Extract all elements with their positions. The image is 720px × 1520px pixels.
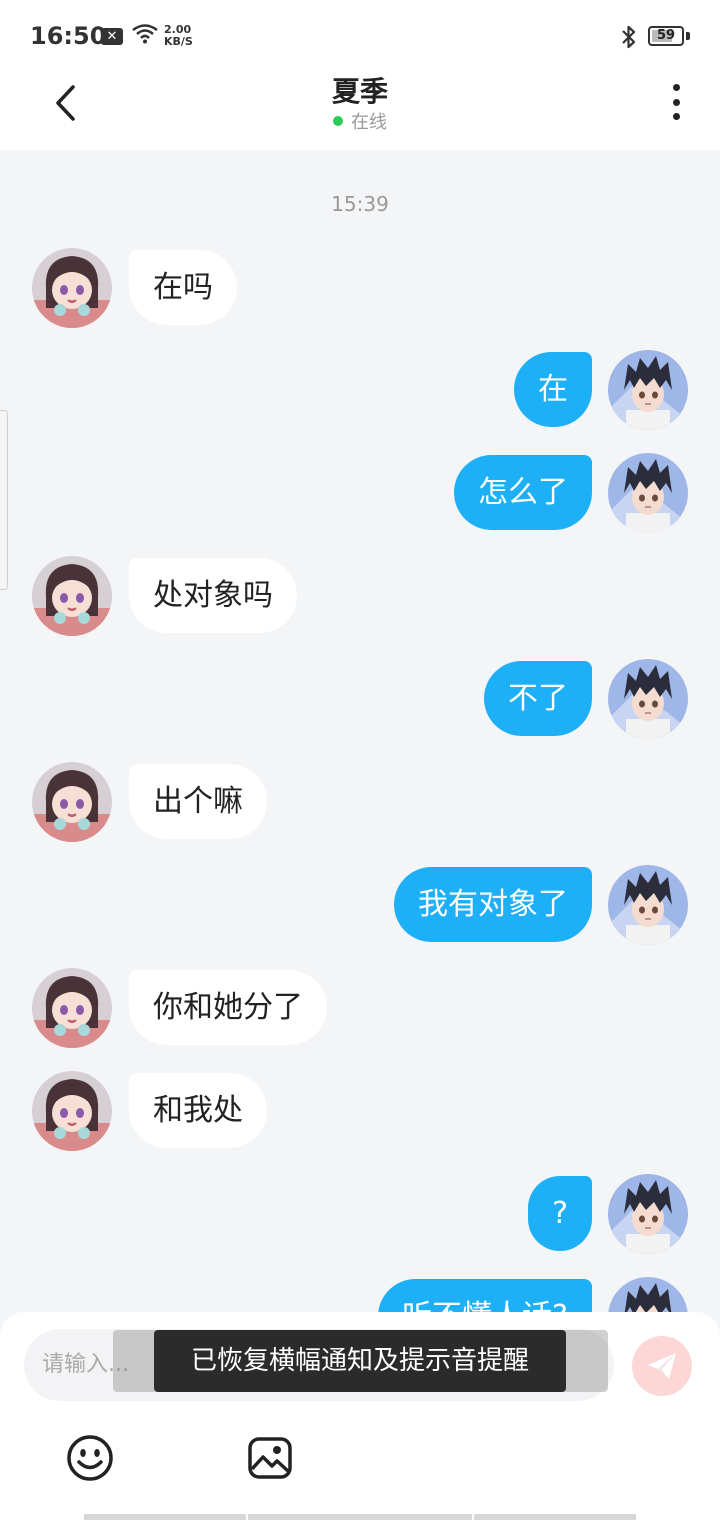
online-dot-icon	[333, 116, 343, 126]
message-row-incoming: 处对象吗	[0, 556, 720, 636]
bluetooth-icon	[622, 25, 636, 49]
my-avatar[interactable]	[608, 659, 688, 739]
network-speed-unit: KB/S	[164, 35, 193, 48]
smiley-icon[interactable]	[66, 1434, 114, 1482]
message-bubble-incoming[interactable]: 你和她分了	[129, 970, 327, 1045]
status-time: 16:50	[30, 22, 107, 50]
nav-indicator	[84, 1514, 246, 1520]
message-bubble-outgoing[interactable]: 在	[514, 352, 592, 427]
message-bubble-incoming[interactable]: 在吗	[129, 250, 237, 325]
chat-header: 夏季 在线	[0, 70, 720, 150]
message-bubble-outgoing[interactable]: 我有对象了	[394, 867, 592, 942]
nav-indicator	[474, 1514, 636, 1520]
input-panel: 请输入... 已恢复横幅通知及提示音提醒	[0, 1312, 720, 1520]
my-avatar[interactable]	[608, 1174, 688, 1254]
message-bubble-outgoing[interactable]: 怎么了	[454, 455, 592, 530]
my-avatar[interactable]	[608, 350, 688, 430]
message-bubble-incoming[interactable]: 和我处	[129, 1073, 267, 1148]
more-dot-icon	[672, 98, 680, 106]
message-bubble-incoming[interactable]: 处对象吗	[129, 558, 297, 633]
message-row-incoming: 和我处	[0, 1071, 720, 1151]
network-speed: 2.00 KB/S	[164, 24, 193, 48]
nav-indicator	[248, 1514, 472, 1520]
more-options-button[interactable]	[662, 80, 690, 124]
message-row-incoming: 在吗	[0, 248, 720, 328]
message-timestamp: 15:39	[331, 192, 389, 216]
send-button[interactable]	[632, 1336, 692, 1396]
online-status: 在线	[0, 108, 720, 134]
message-bubble-outgoing[interactable]: ?	[528, 1176, 592, 1251]
message-row-outgoing: ?	[0, 1174, 720, 1254]
contact-avatar[interactable]	[32, 762, 112, 842]
close-box-icon: ✕	[101, 28, 123, 45]
toast-notification: 已恢复横幅通知及提示音提醒	[154, 1330, 566, 1392]
message-row-incoming: 出个嘛	[0, 762, 720, 842]
online-status-text: 在线	[351, 112, 387, 133]
message-row-incoming: 你和她分了	[0, 968, 720, 1048]
contact-avatar[interactable]	[32, 968, 112, 1048]
my-avatar[interactable]	[608, 865, 688, 945]
contact-avatar[interactable]	[32, 248, 112, 328]
message-bubble-outgoing[interactable]: 不了	[484, 661, 592, 736]
my-avatar[interactable]	[608, 453, 688, 533]
status-bar: 16:50 ✕ 2.00 KB/S 59	[0, 0, 720, 70]
image-icon[interactable]	[247, 1436, 293, 1480]
contact-avatar[interactable]	[32, 556, 112, 636]
message-row-outgoing: 在	[0, 350, 720, 430]
wifi-icon	[132, 24, 158, 44]
battery-icon: 59	[648, 26, 684, 46]
battery-level: 59	[656, 28, 676, 43]
message-bubble-incoming[interactable]: 出个嘛	[129, 764, 267, 839]
contact-name: 夏季	[331, 75, 388, 108]
more-dot-icon	[672, 113, 680, 120]
message-row-outgoing: 怎么了	[0, 453, 720, 533]
contact-avatar[interactable]	[32, 1071, 112, 1151]
message-row-outgoing: 不了	[0, 659, 720, 739]
message-row-outgoing: 我有对象了	[0, 865, 720, 945]
battery-cap	[686, 32, 690, 40]
more-dot-icon	[672, 84, 680, 91]
paper-plane-icon	[648, 1353, 676, 1379]
